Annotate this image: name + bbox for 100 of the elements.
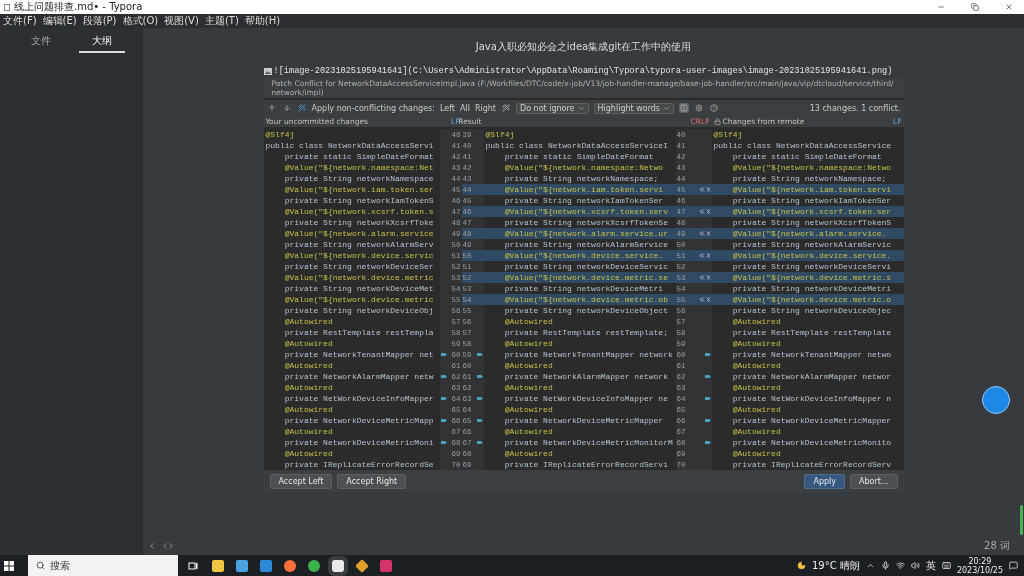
change-summary: 13 changes. 1 conflict. <box>809 103 901 113</box>
code-line: public class NetworkDataAccessServi <box>264 140 435 151</box>
restore-icon <box>971 3 979 11</box>
settings-button[interactable] <box>694 103 705 113</box>
chevron-up-icon[interactable] <box>865 561 875 570</box>
volume-icon[interactable] <box>910 561 920 570</box>
arrow-down-icon <box>282 104 291 112</box>
ide-app-icon[interactable] <box>380 559 392 572</box>
apply-right-button[interactable]: Right <box>474 103 496 113</box>
import-arrow-icon <box>476 418 483 423</box>
moon-icon <box>797 561 806 570</box>
import-arrow-icon <box>440 418 447 423</box>
code-line: @Autowired <box>283 448 334 459</box>
code-line: @Autowired <box>283 404 334 415</box>
accept-reject-icon[interactable] <box>698 297 711 302</box>
taskbar-clock[interactable]: 20:29 2023/10/25 <box>956 556 1003 575</box>
image-icon <box>263 68 272 75</box>
accept-reject-icon[interactable] <box>698 187 711 192</box>
menu-item[interactable]: 视图(V) <box>164 15 199 27</box>
scrollbar[interactable] <box>1020 505 1023 535</box>
next-change-button[interactable] <box>281 103 292 113</box>
menu-item[interactable]: 段落(P) <box>82 15 117 27</box>
code-line: private String networkAlarmServ <box>283 239 435 250</box>
code-line: private NetworkDeviceMetricMonito <box>731 437 893 448</box>
mic-icon[interactable] <box>880 561 890 570</box>
menu-item[interactable]: 帮助(H) <box>244 15 281 27</box>
input-method-indicator[interactable]: 英 <box>925 558 936 573</box>
code-line: private String networkDeviceServic <box>503 261 669 272</box>
mail-icon[interactable] <box>260 559 272 572</box>
help-button[interactable] <box>709 103 720 113</box>
menu-item[interactable]: 编辑(E) <box>42 15 77 27</box>
dialog-button[interactable]: Accept Left <box>269 473 333 489</box>
code-line: @Slf4j <box>712 129 744 140</box>
taskbar-search-field[interactable]: 搜索 <box>28 555 178 576</box>
menu-item[interactable]: 格式(O) <box>122 15 159 27</box>
weather-text[interactable]: 19°C 晴朗 <box>812 558 860 573</box>
code-line: private String networkDeviceServi <box>731 261 893 272</box>
notification-icon[interactable] <box>1009 561 1018 570</box>
apply-left-button[interactable]: Left <box>439 103 455 113</box>
import-arrow-icon <box>476 440 483 445</box>
code-line: private String networkNamespace <box>283 173 435 184</box>
import-arrow-icon <box>476 352 483 357</box>
code-line: @Value("${network.device.metric <box>283 272 435 283</box>
code-line: private String networkDeviceMetri <box>503 283 665 294</box>
code-line: @Autowired <box>503 316 554 327</box>
floating-assistant-bubble[interactable] <box>982 386 1010 414</box>
network-icon[interactable] <box>895 561 905 570</box>
sidebar-tab[interactable]: 大纲 <box>79 32 126 53</box>
import-arrow-icon <box>704 396 711 401</box>
chevron-left-icon[interactable] <box>147 541 157 551</box>
code-line: private RestTemplate restTemplate; <box>503 327 669 338</box>
window-title: 线上问题排查.md• - Typora <box>14 1 144 13</box>
code-icon[interactable] <box>163 541 173 551</box>
sidebar-tab[interactable]: 文件 <box>17 32 64 53</box>
code-line: private IReplicateErrorRecordServ <box>731 459 893 470</box>
code-line: private String networkIamTokenS <box>283 195 435 206</box>
columns-icon <box>680 104 689 112</box>
columns-toggle-button[interactable] <box>679 103 690 113</box>
ignore-dropdown[interactable]: Do not ignore <box>516 102 589 114</box>
search-icon <box>36 561 45 570</box>
dialog-button[interactable]: Apply <box>804 473 845 489</box>
dialog-button[interactable]: Accept Right <box>337 473 407 489</box>
code-line: private NetworkTenantMapper netwo <box>731 349 893 360</box>
code-line: @Value("${network.iam.token.ser <box>283 184 435 195</box>
code-line: @Autowired <box>503 382 554 393</box>
store-icon[interactable] <box>236 559 248 572</box>
import-arrow-icon <box>476 396 483 401</box>
code-line: @Slf4j <box>264 129 296 140</box>
code-line: public class NetworkDataAccessService <box>712 140 893 151</box>
chat-app-icon[interactable] <box>308 559 320 572</box>
code-line: @Autowired <box>283 338 334 349</box>
code-line: private String networkNamespace; <box>731 173 888 184</box>
previous-change-button[interactable] <box>266 103 277 113</box>
browser-icon[interactable] <box>284 559 296 572</box>
menu-item[interactable]: 主题(T) <box>204 15 239 27</box>
dialog-button[interactable]: Abort... <box>850 473 898 489</box>
caret-icon <box>663 104 671 112</box>
apply-all-button[interactable]: All <box>460 103 470 113</box>
code-line: @Autowired <box>731 382 782 393</box>
code-line: private NetworkDeviceMetricMapper <box>731 415 893 426</box>
menu-item[interactable]: 文件(F) <box>3 15 37 27</box>
diamond-app-icon[interactable] <box>355 558 369 573</box>
arrow-up-icon <box>267 104 276 112</box>
task-view-icon[interactable] <box>188 560 198 571</box>
code-line: private String networkDeviceMet <box>283 283 435 294</box>
code-line: private RestTemplate restTemplate <box>731 327 893 338</box>
code-line: private NetworkDeviceMetricMoni <box>283 437 435 448</box>
keyboard-icon[interactable] <box>941 561 951 570</box>
code-line: private IReplicateErrorRecordServi <box>503 459 669 470</box>
highlight-dropdown[interactable]: Highlight words <box>593 102 675 114</box>
code-line: @Autowired <box>731 404 782 415</box>
code-line: @Value("${network.namespace:Net <box>283 162 435 173</box>
folder-icon[interactable] <box>212 559 224 572</box>
windows-start-icon[interactable] <box>4 560 14 571</box>
accept-reject-icon[interactable] <box>698 253 711 258</box>
accept-reject-icon[interactable] <box>698 275 711 280</box>
accept-reject-icon[interactable] <box>698 231 711 236</box>
document-heading: Java入职必知必会之idea集成git在工作中的使用 <box>475 40 692 54</box>
accept-reject-icon[interactable] <box>698 209 711 214</box>
code-line: private String networkAlarmServic <box>731 239 893 250</box>
